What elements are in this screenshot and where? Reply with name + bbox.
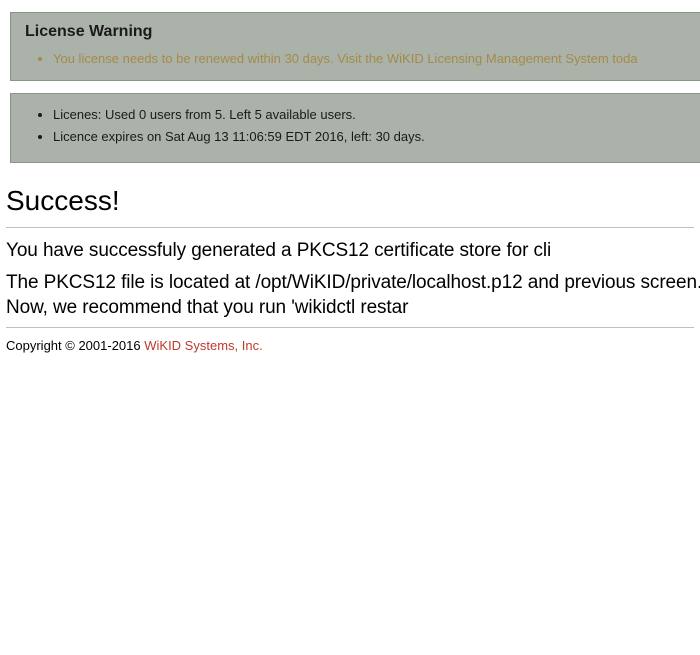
success-paragraph-1: You have successfuly generated a PKCS12 …: [6, 238, 700, 264]
list-item: You license needs to be renewed within 3…: [53, 51, 700, 66]
footer: Copyright © 2001-2016 WiKID Systems, Inc…: [6, 338, 700, 353]
divider: [6, 327, 694, 328]
page-title: Success!: [6, 185, 700, 217]
license-warning-panel: License Warning You license needs to be …: [10, 12, 700, 81]
license-status-list: Licenes: Used 0 users from 5. Left 5 ava…: [25, 104, 700, 148]
wikid-link[interactable]: WiKID Systems, Inc.: [144, 338, 262, 353]
license-status-panel: Licenes: Used 0 users from 5. Left 5 ava…: [10, 93, 700, 163]
license-warning-title: License Warning: [25, 23, 700, 41]
list-item: Licenes: Used 0 users from 5. Left 5 ava…: [53, 104, 700, 126]
list-item: Licence expires on Sat Aug 13 11:06:59 E…: [53, 126, 700, 148]
license-warning-list: You license needs to be renewed within 3…: [25, 51, 700, 66]
copyright-text: Copyright © 2001-2016: [6, 338, 144, 353]
success-paragraph-2: The PKCS12 file is located at /opt/WiKID…: [6, 270, 700, 321]
divider: [6, 227, 694, 228]
